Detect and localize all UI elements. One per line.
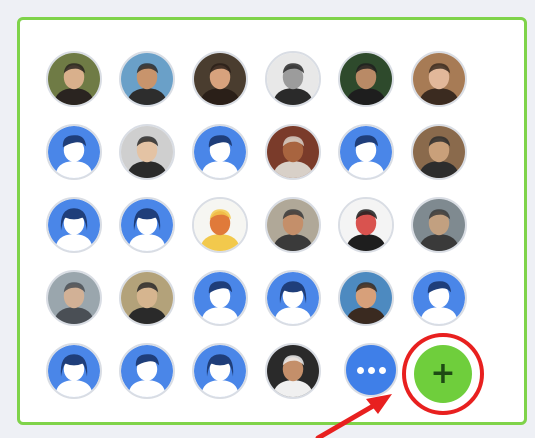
participant-default-avatar[interactable] [265,270,321,326]
participant-photo-avatar[interactable] [119,270,175,326]
participant-default-avatar[interactable] [46,124,102,180]
participant-default-avatar[interactable] [338,124,394,180]
add-participant-button[interactable]: + [414,345,472,403]
participant-default-avatar[interactable] [46,343,102,399]
participant-photo-avatar[interactable] [192,51,248,107]
participant-photo-avatar[interactable] [411,124,467,180]
participant-photo-avatar[interactable] [46,270,102,326]
participant-photo-avatar[interactable] [46,51,102,107]
participant-photo-avatar[interactable] [265,51,321,107]
participant-default-avatar[interactable] [119,343,175,399]
dot-icon [367,366,375,374]
plus-icon: + [430,356,456,391]
participant-photo-avatar[interactable] [411,51,467,107]
participant-default-avatar[interactable] [192,124,248,180]
participant-photo-avatar[interactable] [338,197,394,253]
dot-icon [356,366,364,374]
participant-photo-avatar[interactable] [192,197,248,253]
participant-photo-avatar[interactable] [265,124,321,180]
participant-photo-avatar[interactable] [411,197,467,253]
participant-default-avatar[interactable] [46,197,102,253]
participant-default-avatar[interactable] [119,197,175,253]
more-participants-button[interactable] [344,343,398,397]
participant-photo-avatar[interactable] [265,197,321,253]
participant-default-avatar[interactable] [192,270,248,326]
participant-default-avatar[interactable] [192,343,248,399]
participant-photo-avatar[interactable] [119,124,175,180]
dot-icon [378,366,386,374]
participant-photo-avatar[interactable] [119,51,175,107]
participant-photo-avatar[interactable] [265,343,321,399]
participants-panel: + [17,17,527,425]
participant-photo-avatar[interactable] [338,270,394,326]
participant-photo-avatar[interactable] [338,51,394,107]
participant-default-avatar[interactable] [411,270,467,326]
